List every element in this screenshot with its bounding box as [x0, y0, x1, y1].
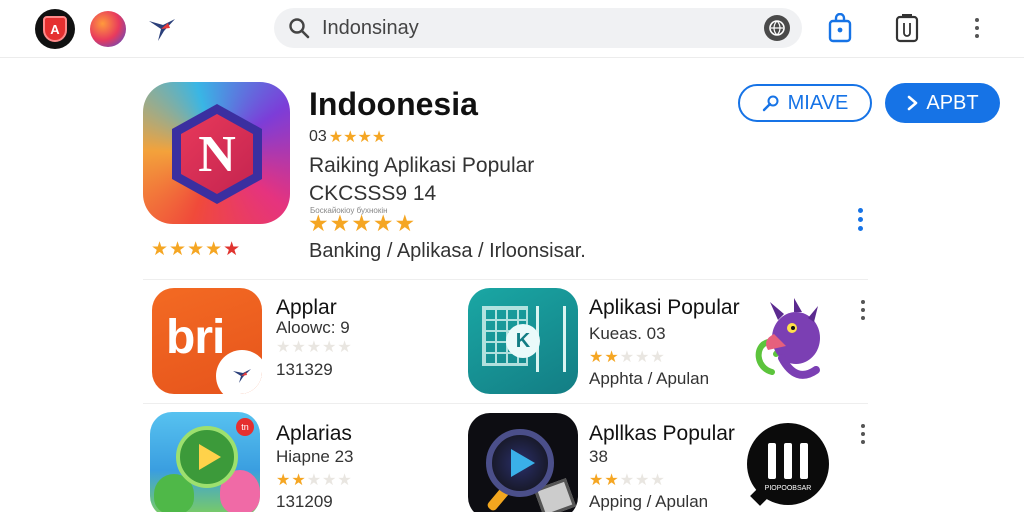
primary-action-button[interactable]: APBT [885, 83, 1000, 123]
featured-subtitle: Raiking Aplikasi Popular [309, 154, 535, 177]
featured-rating-stars: ★★★★ [328, 129, 387, 146]
outline-action-label: MIAVE [787, 91, 849, 114]
app-icon-bri[interactable]: bri [152, 288, 262, 394]
app-icon-game[interactable]: tn [150, 412, 260, 512]
more-vert-icon[interactable] [861, 424, 865, 444]
app-name[interactable]: Aplarias [276, 422, 352, 446]
featured-rating-row: 03 ★★★★ [309, 127, 386, 147]
featured-icon-star-last: ★ [223, 239, 242, 260]
app-icon-teal[interactable]: K [468, 288, 578, 394]
badge-text: PIOPOOBSAR [764, 485, 812, 492]
app-meta: Hiapne 23 [276, 447, 354, 466]
stars-empty: ★★★ [619, 349, 666, 366]
stars-filled: ★★ [276, 472, 307, 489]
bag-icon[interactable] [825, 11, 855, 45]
top-bar: A Indonsinay [0, 0, 1024, 58]
outline-action-button[interactable]: MIAVE [738, 84, 872, 122]
divider [143, 279, 868, 280]
app-tab-icon[interactable]: A [35, 9, 75, 49]
play-icon [176, 426, 238, 488]
featured-more-icon[interactable] [858, 208, 863, 231]
app-meta: 131209 [276, 492, 333, 511]
app-name[interactable]: Applar [276, 296, 337, 320]
app-meta: Aloowc: 9 [276, 318, 350, 337]
featured-icon-letter: N [181, 114, 253, 194]
app-rating-stars: ★★★★★ [589, 470, 666, 490]
featured-app-icon[interactable]: N [143, 82, 290, 224]
app-name[interactable]: Aplikasi Popular [589, 296, 740, 320]
app-meta: Apphta / Apulan [589, 369, 710, 388]
orb-tab-icon[interactable] [90, 11, 126, 47]
globe-icon[interactable] [764, 15, 790, 41]
featured-rating-prefix: 03 [309, 128, 327, 145]
dragon-mascot-icon [752, 298, 828, 391]
app-tab-glyph: A [43, 16, 67, 42]
app-icon-video[interactable] [468, 413, 578, 512]
teal-logo-text: K [506, 324, 540, 358]
chevron-right-icon [908, 95, 918, 111]
more-vert-icon[interactable] [861, 300, 865, 320]
app-meta: Kueas. 03 [589, 324, 666, 343]
stars-filled: ★★ [589, 349, 620, 366]
bird-badge-icon [216, 350, 262, 394]
primary-action-label: APBT [926, 91, 979, 114]
bri-logo-text: bri [166, 311, 225, 364]
play-icon [486, 429, 554, 497]
app-name[interactable]: Apllkas Popular [589, 422, 735, 446]
app-rating-stars: ★★★★★ [589, 347, 666, 367]
featured-categories: Banking / Aplikasa / Irloonsisar. [309, 240, 586, 262]
app-rating-stars: ★★★★★ [276, 470, 353, 490]
search-icon [288, 17, 310, 44]
speech-badge-icon: PIOPOOBSAR [747, 423, 829, 506]
app-meta: 131329 [276, 360, 333, 379]
stars-empty: ★★★ [619, 472, 666, 489]
stars-filled: ★★ [589, 472, 620, 489]
search-bar[interactable]: Indonsinay [274, 8, 802, 48]
app-meta: 38 [589, 447, 608, 466]
featured-app-title[interactable]: Indoonesia [309, 86, 478, 123]
featured-stars-large: ★★★★★ [308, 210, 417, 236]
bird-logo-icon[interactable] [142, 10, 182, 50]
featured-code: CKCSSS9 14 [309, 182, 437, 205]
game-tag-text: tn [236, 418, 254, 436]
search-input[interactable]: Indonsinay [322, 17, 419, 40]
app-meta: Apping / Apulan [589, 492, 709, 511]
app-rating-stars: ★★★★★ [276, 337, 353, 357]
stars-empty: ★★★ [306, 472, 353, 489]
stars-empty: ★★★★★ [276, 339, 353, 356]
featured-icon-rating: ★★★★★ [151, 238, 241, 261]
divider [143, 403, 868, 404]
clipboard-icon[interactable] [892, 11, 922, 45]
key-icon [762, 95, 779, 112]
more-vert-icon[interactable] [962, 11, 992, 45]
featured-icon-stars: ★★★★ [151, 239, 224, 260]
